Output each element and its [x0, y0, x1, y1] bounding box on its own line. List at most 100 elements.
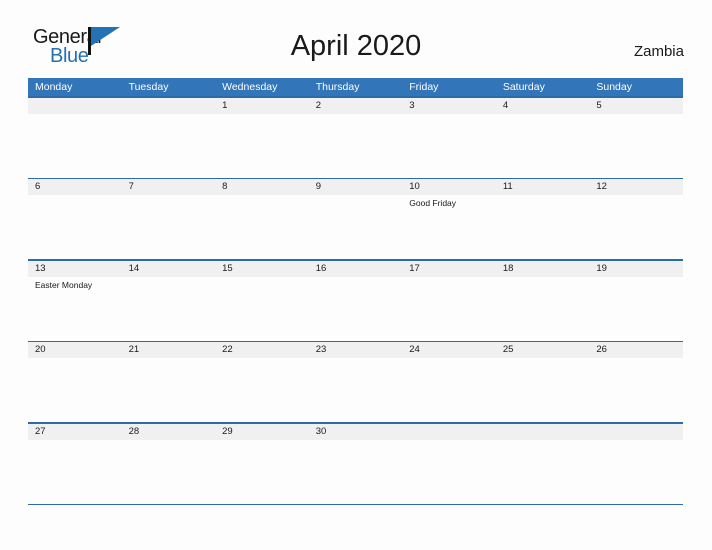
weekday-header-sunday: Sunday: [596, 81, 632, 93]
day-cell-12[interactable]: [589, 195, 683, 259]
day-cell-empty: [589, 440, 683, 504]
day-cell-4[interactable]: [496, 114, 590, 178]
day-cell-17[interactable]: [402, 277, 496, 341]
week-event-band: Easter Monday: [28, 276, 683, 341]
day-number-15[interactable]: 15: [215, 261, 309, 277]
day-number-7[interactable]: 7: [122, 179, 216, 195]
day-number-6[interactable]: 6: [28, 179, 122, 195]
country-label: Zambia: [633, 43, 684, 60]
day-cell-20[interactable]: [28, 358, 122, 422]
day-number-22[interactable]: 22: [215, 342, 309, 358]
day-number-24[interactable]: 24: [402, 342, 496, 358]
week-date-band: 27 28 29 30: [28, 423, 683, 440]
weekday-header-monday: Monday: [35, 81, 73, 93]
day-number-3[interactable]: 3: [402, 98, 496, 114]
day-number-17[interactable]: 17: [402, 261, 496, 277]
page-title: April 2020: [290, 30, 422, 62]
day-number-12[interactable]: 12: [589, 179, 683, 195]
day-cell-19[interactable]: [589, 277, 683, 341]
day-number-2[interactable]: 2: [309, 98, 403, 114]
week-date-band: 20 21 22 23 24 25 26: [28, 342, 683, 358]
calendar-week-row: 13 14 15 16 17 18 19 Easter Monday: [28, 259, 683, 341]
day-cell-18[interactable]: [496, 277, 590, 341]
weekday-header-friday: Friday: [409, 81, 439, 93]
holiday-label: Good Friday: [409, 198, 457, 208]
day-number-21[interactable]: 21: [122, 342, 216, 358]
day-number-19[interactable]: 19: [589, 261, 683, 277]
day-cell-14[interactable]: [122, 277, 216, 341]
day-number-30[interactable]: 30: [309, 424, 403, 440]
calendar-week-row: 27 28 29 30: [28, 422, 683, 504]
day-cell-23[interactable]: [309, 358, 403, 422]
day-number-23[interactable]: 23: [309, 342, 403, 358]
day-cell-empty: [496, 440, 590, 504]
weekday-header-row: Monday Tuesday Wednesday Thursday Friday Satu…: [28, 78, 683, 96]
week-date-band: 13 14 15 16 17 18 19: [28, 260, 683, 277]
day-number-10[interactable]: 10: [402, 179, 496, 195]
page-header: General Blue April 2020 Zambia: [0, 0, 712, 76]
holiday-label: Easter Monday: [35, 279, 93, 290]
weekday-header-thursday: Thursday: [315, 81, 360, 93]
day-cell-24[interactable]: [402, 358, 496, 422]
calendar-week-row: 20 21 22 23 24 25 26: [28, 340, 683, 422]
day-number-16[interactable]: 16: [309, 261, 403, 277]
day-cell-21[interactable]: [122, 358, 216, 422]
calendar-bottom-border: [28, 503, 683, 505]
day-number-18[interactable]: 18: [496, 261, 590, 277]
day-number-28[interactable]: 28: [122, 424, 216, 440]
weekday-header-wednesday: Wednesday: [222, 81, 278, 93]
calendar-week-row: 6 7 8 9 10 11 12 Good Friday: [28, 177, 683, 259]
day-cell-15[interactable]: [215, 277, 309, 341]
day-cell-5[interactable]: [589, 114, 683, 178]
week-event-band: [28, 358, 683, 422]
week-date-band: 6 7 8 9 10 11 12: [28, 179, 683, 195]
day-cell-30[interactable]: [309, 440, 403, 504]
day-cell-2[interactable]: [309, 114, 403, 178]
calendar-page: General Blue April 2020 Zambia Monday Tue…: [0, 0, 712, 550]
day-number-5[interactable]: 5: [589, 98, 683, 114]
day-cell-26[interactable]: [589, 358, 683, 422]
day-number-20[interactable]: 20: [28, 342, 122, 358]
weekday-header-tuesday: Tuesday: [128, 81, 169, 93]
day-cell-25[interactable]: [496, 358, 590, 422]
day-cell-7[interactable]: [122, 195, 216, 259]
day-cell-3[interactable]: [402, 114, 496, 178]
day-number-empty: [589, 424, 683, 440]
day-cell-13[interactable]: Easter Monday: [28, 277, 122, 341]
weekday-header-saturday: Saturday: [502, 81, 545, 93]
day-number-empty: [122, 98, 216, 114]
day-number-1[interactable]: 1: [215, 98, 309, 114]
day-number-26[interactable]: 26: [589, 342, 683, 358]
calendar-week-row: 12345: [28, 96, 683, 178]
day-cell-10[interactable]: Good Friday: [402, 195, 496, 259]
day-number-27[interactable]: 27: [28, 424, 122, 440]
day-cell-empty: [402, 440, 496, 504]
day-number-empty: [402, 424, 496, 440]
day-cell-6[interactable]: [28, 195, 122, 259]
day-number-14[interactable]: 14: [122, 261, 216, 277]
day-cell-29[interactable]: [215, 440, 309, 504]
calendar-weeks: 1 2 3 4 5 6 7 8 9 10 11 12 Good Friday 13 14 15 16 17 18 19…: [28, 96, 683, 504]
week-event-band: [28, 113, 683, 178]
day-number-11[interactable]: 11: [496, 179, 590, 195]
day-cell-16[interactable]: [309, 277, 403, 341]
day-number-13[interactable]: 13: [28, 261, 122, 277]
day-number-9[interactable]: 9: [309, 179, 403, 195]
day-cell-9[interactable]: [309, 195, 403, 259]
day-number-4[interactable]: 4: [496, 98, 590, 114]
day-number-empty: [496, 424, 590, 440]
day-cell-22[interactable]: [215, 358, 309, 422]
day-number-empty: [28, 98, 122, 114]
day-cell-8[interactable]: [215, 195, 309, 259]
day-number-25[interactable]: 25: [496, 342, 590, 358]
calendar-grid: Monday Tuesday Wednesday Thursday Friday Satu…: [28, 78, 683, 505]
week-event-band: [28, 439, 683, 504]
day-cell-empty: [28, 114, 122, 178]
day-cell-11[interactable]: [496, 195, 590, 259]
day-cell-empty: [122, 114, 216, 178]
day-cell-28[interactable]: [122, 440, 216, 504]
day-cell-27[interactable]: [28, 440, 122, 504]
day-cell-1[interactable]: [215, 114, 309, 178]
day-number-8[interactable]: 8: [215, 179, 309, 195]
day-number-29[interactable]: 29: [215, 424, 309, 440]
